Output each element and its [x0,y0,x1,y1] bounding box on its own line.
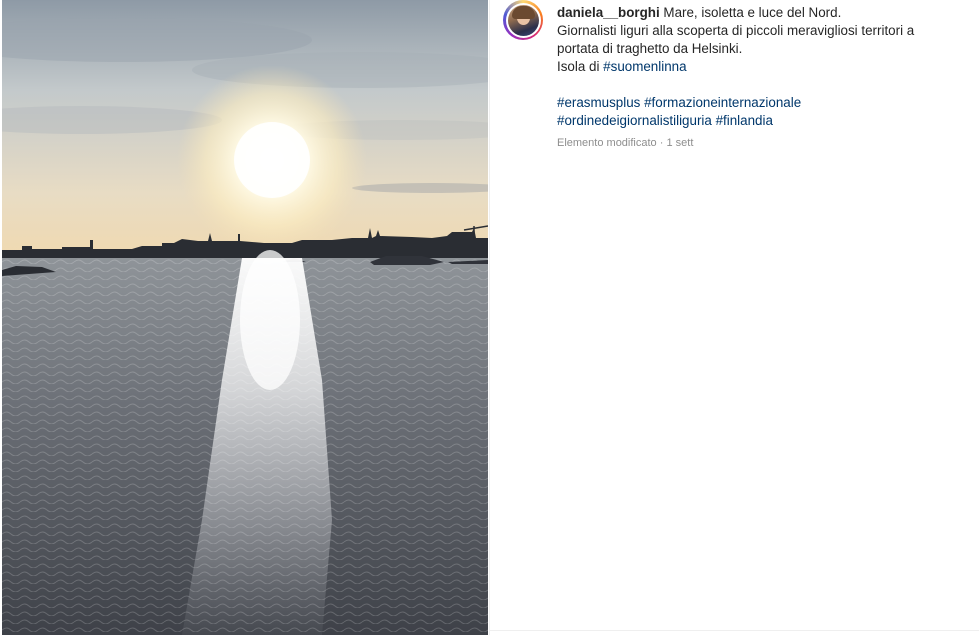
caption-hashtags-line-1: #erasmusplus #formazioneinternazionale [557,94,957,112]
caption-line-2: Giornalisti liguri alla scoperta di picc… [557,23,915,38]
user-avatar[interactable] [503,0,543,40]
meta-separator: · [659,137,664,149]
username-link[interactable]: daniela__borghi [557,5,660,20]
post-meta: Elemento modificato · 1 sett [557,137,693,149]
divider [490,630,979,631]
edited-label: Elemento modificato [557,137,657,149]
hashtag-suomenlinna[interactable]: #suomenlinna [603,59,686,74]
hashtag-ordinedeigiornalistiliguria[interactable]: #ordinedeigiornalistiliguria [557,113,712,128]
caption-line-3: portata di traghetto da Helsinki. [557,41,743,56]
post-time[interactable]: 1 sett [666,137,693,149]
post-side-panel: daniela__borghi Mare, isoletta e luce de… [489,0,979,635]
hashtag-finlandia[interactable]: #finlandia [716,113,773,128]
hashtag-erasmusplus[interactable]: #erasmusplus [557,95,640,110]
avatar-photo [507,4,539,36]
caption-text-1: Mare, isoletta e luce del Nord. [663,5,842,20]
caption-text-4: Isola di [557,59,600,74]
caption-hashtags-line-2: #ordinedeigiornalistiliguria #finlandia [557,112,957,130]
post-caption: daniela__borghi Mare, isoletta e luce de… [557,4,957,130]
sea-sunset-photo [2,0,488,635]
post-image[interactable] [2,0,488,635]
avatar-ring-gap [505,2,541,38]
caption-line-1: daniela__borghi Mare, isoletta e luce de… [557,4,957,22]
caption-line-4: Isola di #suomenlinna [557,58,957,76]
hashtag-formazioneinternazionale[interactable]: #formazioneinternazionale [644,95,801,110]
